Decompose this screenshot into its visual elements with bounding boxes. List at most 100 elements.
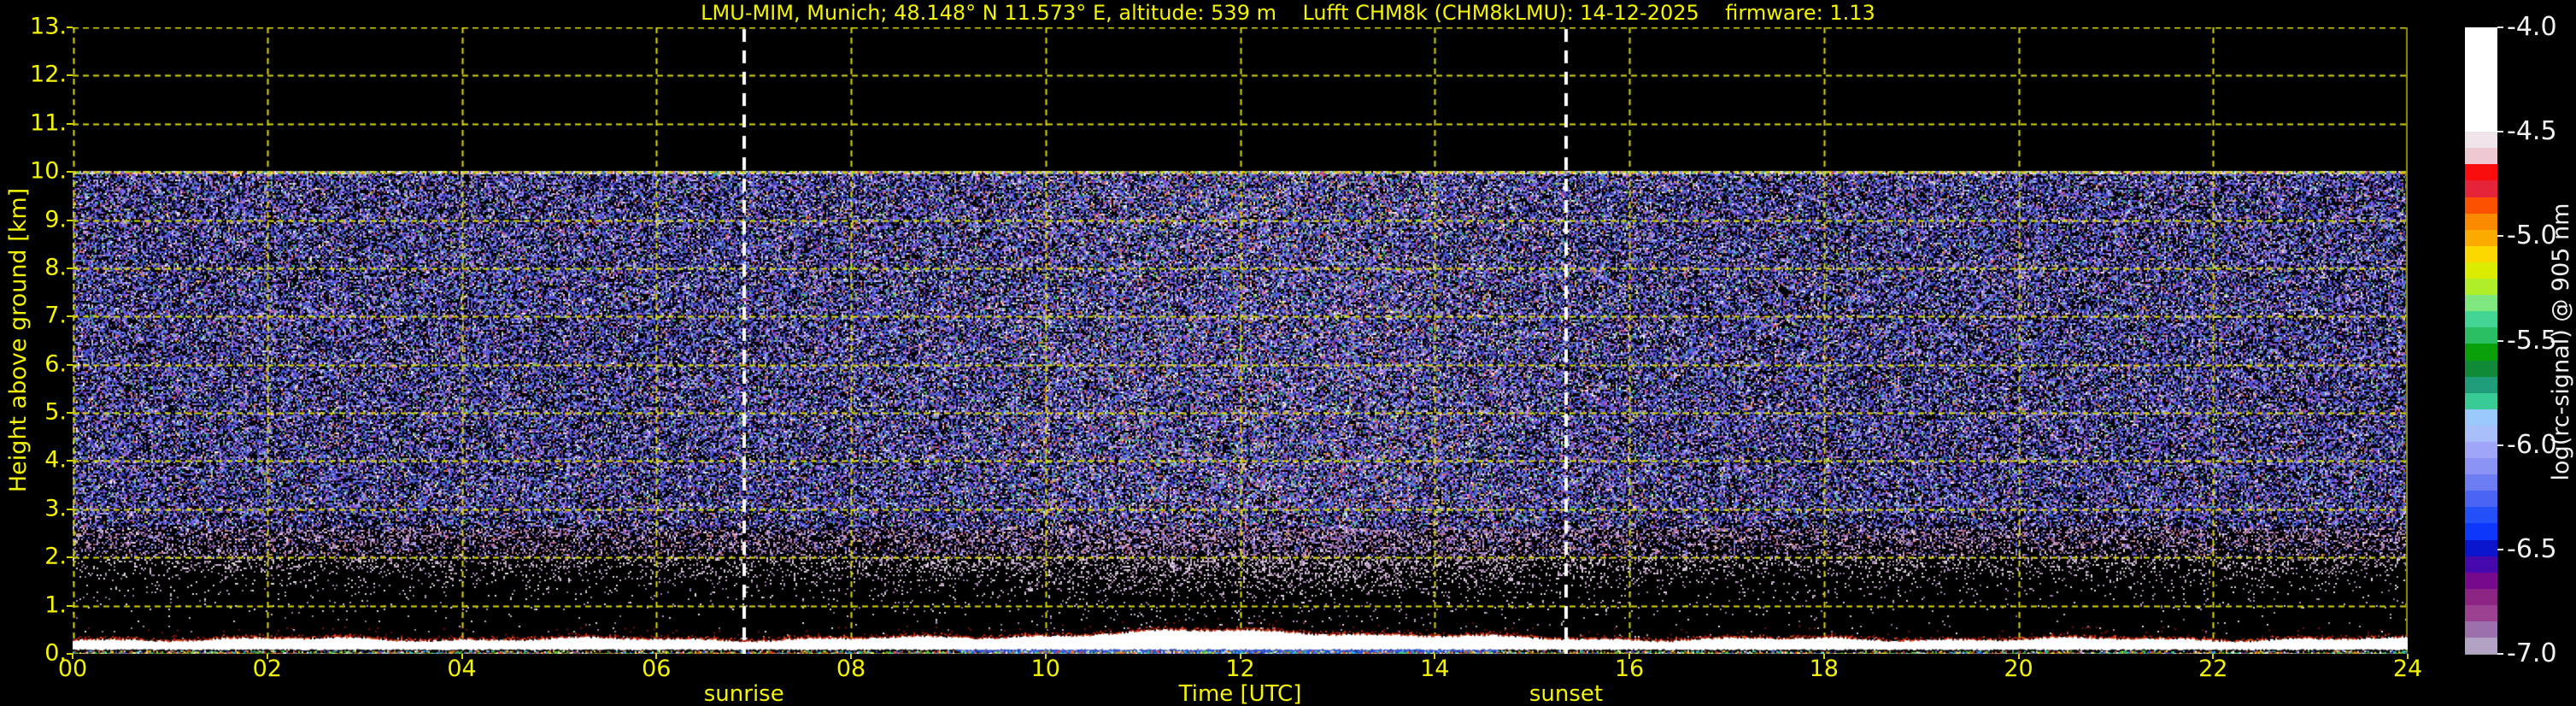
- colorbar-segment: [2465, 197, 2497, 214]
- colorbar-segment: [2465, 409, 2497, 426]
- x-tick-label: 24: [2392, 656, 2423, 682]
- y-tick-mark: [67, 26, 73, 28]
- heatmap-plot-area: [73, 27, 2408, 654]
- colorbar-top-block: [2465, 27, 2497, 132]
- colorbar: [2465, 27, 2497, 655]
- y-tick-mark: [67, 604, 73, 607]
- y-tick-mark: [67, 74, 73, 77]
- y-tick-label: 13.: [30, 13, 67, 40]
- y-tick-label: 2.: [44, 543, 67, 570]
- y-tick-label: 11.: [30, 109, 67, 137]
- colorbar-segment: [2465, 523, 2497, 540]
- x-tick-mark: [2212, 654, 2215, 659]
- y-tick-label: 12.: [30, 61, 67, 88]
- colorbar-segment: [2465, 213, 2497, 230]
- x-tick-mark: [1434, 654, 1436, 659]
- x-tick-label: 16: [1614, 656, 1645, 682]
- y-tick-label: 1.: [44, 591, 67, 618]
- y-tick-label: 6.: [44, 350, 67, 377]
- colorbar-segment: [2465, 621, 2497, 638]
- x-tick-mark: [850, 654, 852, 659]
- colorbar-segment: [2465, 507, 2497, 524]
- y-tick-mark: [67, 460, 73, 462]
- page-title: LMU-MIM, Munich; 48.148° N 11.573° E, al…: [701, 1, 1875, 25]
- x-tick-mark: [266, 654, 268, 659]
- x-tick-mark: [1822, 654, 1825, 659]
- colorbar-tick-mark: [2497, 444, 2503, 446]
- x-tick-mark: [1628, 654, 1630, 659]
- y-tick-mark: [67, 267, 73, 269]
- x-tick-label: 14: [1420, 656, 1450, 682]
- x-tick-mark: [72, 654, 73, 659]
- x-tick-mark: [655, 654, 658, 659]
- colorbar-tick-label: -4.5: [2507, 115, 2557, 146]
- colorbar-segment: [2465, 458, 2497, 475]
- colorbar-segment: [2465, 164, 2497, 181]
- x-tick-label: 22: [2198, 656, 2228, 682]
- colorbar-segment: [2465, 279, 2497, 296]
- y-tick-mark: [67, 315, 73, 318]
- sunrise-annotation: sunrise: [703, 681, 784, 706]
- colorbar-segment: [2465, 295, 2497, 312]
- colorbar-segment: [2465, 311, 2497, 328]
- colorbar-segment: [2465, 180, 2497, 197]
- colorbar-tick-mark: [2497, 131, 2503, 133]
- y-tick-label: 8.: [44, 254, 67, 281]
- colorbar-segment: [2465, 604, 2497, 621]
- colorbar-segment: [2465, 539, 2497, 556]
- colorbar-tick-mark: [2497, 653, 2503, 655]
- colorbar-segment: [2465, 556, 2497, 573]
- x-tick-label: 12: [1225, 656, 1255, 682]
- x-tick-label: 04: [447, 656, 477, 682]
- colorbar-tick-label: -4.0: [2507, 11, 2557, 42]
- colorbar-tick-label: -7.0: [2507, 638, 2557, 668]
- colorbar-tick-mark: [2497, 26, 2503, 28]
- colorbar-segment: [2465, 344, 2497, 361]
- x-tick-label: 20: [2004, 656, 2033, 682]
- colorbar-label: log(rc-signal) @ 905 nm: [2548, 203, 2574, 481]
- colorbar-segment: [2465, 572, 2497, 589]
- x-tick-mark: [1044, 654, 1047, 659]
- y-tick-mark: [67, 122, 73, 125]
- y-tick-label: 4.: [44, 446, 67, 474]
- colorbar-segment: [2465, 425, 2497, 442]
- x-tick-label: 00: [57, 656, 88, 682]
- y-tick-mark: [67, 219, 73, 221]
- colorbar-segment: [2465, 392, 2497, 409]
- colorbar-tick-mark: [2497, 548, 2503, 550]
- colorbar-tick-mark: [2497, 235, 2503, 238]
- x-tick-mark: [2017, 654, 2020, 659]
- sunset-annotation: sunset: [1529, 681, 1604, 706]
- x-tick-label: 06: [642, 656, 672, 682]
- y-tick-label: 3.: [44, 495, 67, 522]
- y-tick-mark: [67, 171, 73, 174]
- y-tick-mark: [67, 556, 73, 559]
- y-tick-label: 9.: [44, 205, 67, 232]
- y-tick-mark: [67, 508, 73, 510]
- colorbar-segment: [2465, 638, 2497, 655]
- y-tick-label: 7.: [44, 302, 67, 329]
- x-tick-mark: [461, 654, 463, 659]
- x-tick-label: 18: [1809, 656, 1839, 682]
- colorbar-segment: [2465, 148, 2497, 165]
- y-tick-label: 10.: [30, 157, 67, 185]
- ceilometer-quicklook-figure: LMU-MIM, Munich; 48.148° N 11.573° E, al…: [0, 0, 2576, 706]
- y-tick-label: 5.: [44, 398, 67, 426]
- y-tick-mark: [67, 412, 73, 415]
- x-tick-label: 08: [836, 656, 866, 682]
- colorbar-segment: [2465, 491, 2497, 508]
- colorbar-segment: [2465, 474, 2497, 491]
- x-tick-mark: [1239, 654, 1241, 659]
- colorbar-segment: [2465, 132, 2497, 149]
- colorbar-segment: [2465, 245, 2497, 262]
- colorbar-segment: [2465, 229, 2497, 246]
- colorbar-segment: [2465, 588, 2497, 605]
- colorbar-segment: [2465, 327, 2497, 344]
- colorbar-segment: [2465, 441, 2497, 459]
- y-tick-mark: [67, 363, 73, 366]
- colorbar-segment: [2465, 376, 2497, 393]
- colorbar-segment: [2465, 360, 2497, 377]
- colorbar-segment: [2465, 262, 2497, 279]
- x-tick-mark: [2407, 654, 2409, 659]
- x-tick-label: 10: [1030, 656, 1060, 682]
